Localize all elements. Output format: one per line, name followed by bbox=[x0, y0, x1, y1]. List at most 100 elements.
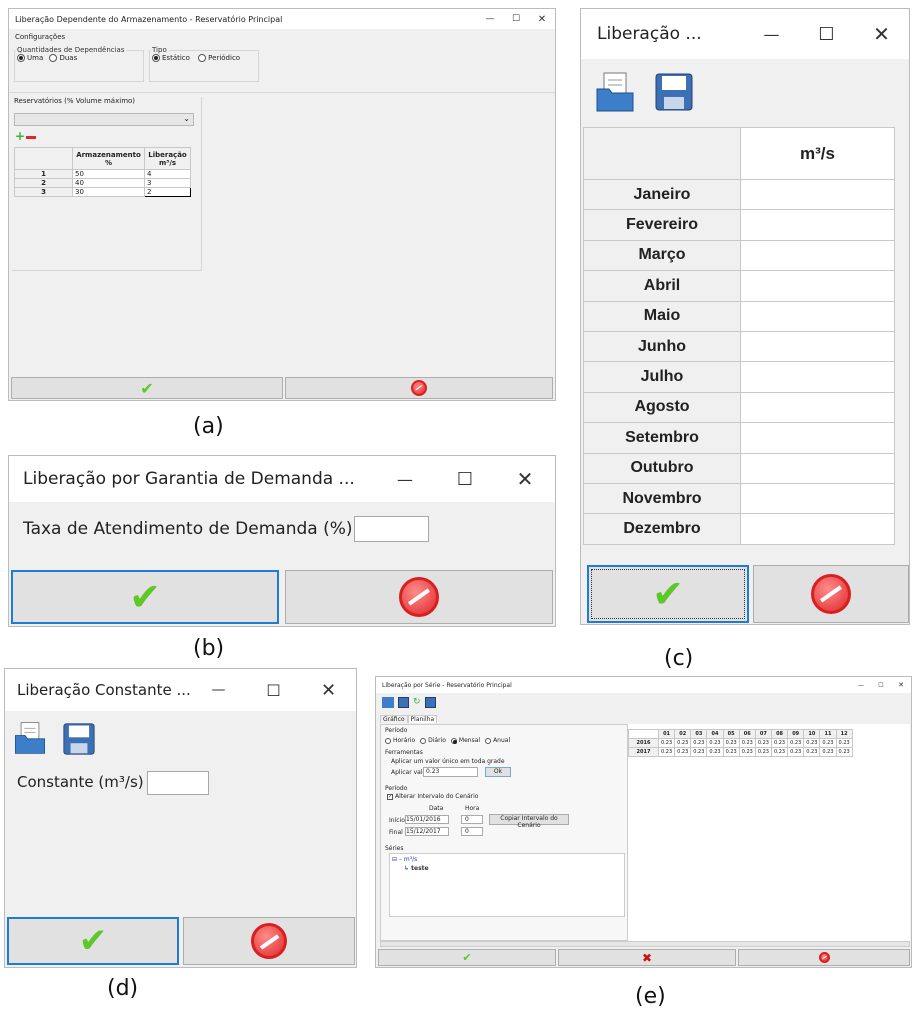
month-value-cell[interactable] bbox=[740, 270, 895, 302]
ok-button[interactable]: ✔ bbox=[378, 949, 556, 966]
grid-cell[interactable]: 0.23 bbox=[722, 747, 740, 757]
save-as-icon[interactable] bbox=[424, 697, 436, 708]
month-value-cell[interactable] bbox=[740, 209, 895, 241]
grid-cell[interactable]: 0.23 bbox=[690, 738, 708, 748]
cancel-button[interactable] bbox=[183, 917, 355, 965]
month-value-cell[interactable] bbox=[740, 330, 895, 363]
h-scrollbar[interactable] bbox=[380, 941, 910, 947]
close-button[interactable]: ✕ bbox=[854, 22, 909, 46]
cancel-button[interactable] bbox=[753, 565, 909, 623]
reservoir-dropdown[interactable]: ⌄ bbox=[14, 113, 194, 126]
maximize-button[interactable]: ☐ bbox=[799, 24, 854, 45]
aplicar-input[interactable]: 0.23 bbox=[423, 767, 478, 777]
grid-cell[interactable]: 0.23 bbox=[819, 747, 837, 757]
month-value-cell[interactable] bbox=[740, 513, 895, 545]
open-folder-icon[interactable] bbox=[382, 697, 394, 708]
grid-cell[interactable]: 0.23 bbox=[690, 747, 708, 757]
save-icon[interactable] bbox=[655, 73, 693, 111]
menu-configuracoes[interactable]: Configurações bbox=[15, 33, 65, 41]
maximize-button[interactable]: ☐ bbox=[246, 681, 301, 700]
save-icon[interactable] bbox=[63, 723, 95, 755]
ok-button[interactable]: ✔ bbox=[587, 565, 749, 623]
tree-root[interactable]: ⊟ – m³/s bbox=[390, 854, 624, 865]
month-value-cell[interactable] bbox=[740, 391, 895, 424]
ok-button[interactable]: ✔ bbox=[11, 377, 283, 399]
cancel-button[interactable] bbox=[285, 377, 553, 399]
maximize-button[interactable]: ☐ bbox=[435, 469, 495, 490]
minimize-button[interactable]: — bbox=[744, 25, 799, 44]
month-value-cell[interactable] bbox=[740, 452, 895, 484]
ok-button[interactable]: ✔ bbox=[7, 917, 179, 965]
month-value-cell[interactable] bbox=[740, 239, 895, 272]
ok-button[interactable]: ✔ bbox=[11, 570, 279, 624]
save-icon[interactable] bbox=[398, 697, 409, 708]
grid-cell[interactable]: 0.23 bbox=[819, 738, 837, 748]
grid-cell[interactable]: 0.23 bbox=[674, 747, 692, 757]
radio-horario[interactable] bbox=[385, 737, 391, 744]
grid-cell[interactable]: 0.23 bbox=[787, 747, 805, 757]
alterar-checkbox[interactable]: ✓ bbox=[387, 794, 393, 800]
grid-cell[interactable]: 0.23 bbox=[657, 738, 676, 748]
copiar-button[interactable]: Copiar Intervalo do Cenário bbox=[489, 814, 569, 829]
remove-icon[interactable] bbox=[26, 136, 36, 139]
month-value-cell[interactable] bbox=[740, 300, 895, 332]
tree-child[interactable]: ↳ teste bbox=[390, 865, 624, 872]
grid-cell[interactable]: 0.23 bbox=[835, 747, 853, 757]
final-date[interactable]: 15/12/2017 bbox=[405, 827, 449, 836]
demand-rate-input[interactable] bbox=[354, 516, 429, 542]
close-button[interactable]: ✕ bbox=[529, 14, 555, 25]
minimize-button[interactable]: — bbox=[851, 682, 871, 689]
close-button[interactable]: ✕ bbox=[495, 467, 555, 491]
ok-small-button[interactable]: Ok bbox=[485, 767, 511, 777]
grid-cell[interactable]: 0.23 bbox=[657, 747, 676, 757]
maximize-button[interactable]: ☐ bbox=[871, 682, 891, 689]
grid-cell[interactable]: 0.23 bbox=[738, 747, 756, 757]
radio-mensal[interactable] bbox=[450, 737, 457, 744]
cancel-icon bbox=[399, 577, 439, 617]
checkmark-icon: ✔ bbox=[140, 378, 154, 398]
final-hora[interactable]: 0 bbox=[461, 827, 483, 836]
month-value-cell[interactable] bbox=[740, 422, 895, 454]
grid-cell[interactable]: 0.23 bbox=[835, 738, 853, 748]
add-icon[interactable]: + bbox=[15, 130, 25, 142]
close-button[interactable]: ✕ bbox=[301, 680, 356, 701]
tab-grafico[interactable]: Gráfico bbox=[380, 715, 408, 723]
cancel-button[interactable] bbox=[738, 949, 910, 966]
open-folder-icon[interactable] bbox=[595, 71, 635, 113]
constant-input[interactable] bbox=[147, 771, 209, 795]
radio-duas[interactable] bbox=[49, 54, 58, 62]
refresh-icon[interactable]: ↻ bbox=[413, 697, 421, 708]
open-folder-icon[interactable] bbox=[13, 721, 47, 755]
inicio-hora[interactable]: 0 bbox=[461, 815, 483, 824]
grid-cell[interactable]: 0.23 bbox=[770, 738, 789, 748]
grid-cell[interactable]: 0.23 bbox=[803, 738, 821, 748]
radio-periodico[interactable] bbox=[198, 54, 207, 62]
grid-cell[interactable]: 0.23 bbox=[770, 747, 789, 757]
month-value-cell[interactable] bbox=[740, 178, 895, 211]
year-label: 2016 bbox=[628, 738, 659, 748]
radio-estatico[interactable] bbox=[152, 54, 160, 62]
radio-uma[interactable] bbox=[17, 54, 25, 62]
month-value-cell[interactable] bbox=[740, 361, 895, 393]
grid-cell[interactable]: 0.23 bbox=[803, 747, 821, 757]
grid-cell[interactable]: 0.23 bbox=[787, 738, 805, 748]
grid-cell[interactable]: 0.23 bbox=[738, 738, 756, 748]
minimize-button[interactable]: — bbox=[477, 14, 503, 24]
grid-cell[interactable]: 0.23 bbox=[706, 747, 724, 757]
grid-cell[interactable]: 0.23 bbox=[754, 747, 772, 757]
month-value-cell[interactable] bbox=[740, 482, 895, 515]
minimize-button[interactable]: — bbox=[375, 470, 435, 489]
inicio-date[interactable]: 15/01/2016 bbox=[405, 815, 449, 824]
grid-cell[interactable]: 0.23 bbox=[722, 738, 740, 748]
cancel-button[interactable] bbox=[285, 570, 553, 624]
grid-cell[interactable]: 0.23 bbox=[674, 738, 692, 748]
discard-button[interactable]: ✖ bbox=[558, 949, 736, 966]
tab-planilha[interactable]: Planilha bbox=[407, 715, 438, 723]
minimize-button[interactable]: — bbox=[191, 682, 246, 698]
close-button[interactable]: ✕ bbox=[891, 681, 911, 689]
maximize-button[interactable]: ☐ bbox=[503, 14, 529, 24]
grid-cell[interactable]: 0.23 bbox=[706, 738, 724, 748]
radio-anual[interactable] bbox=[485, 737, 492, 744]
radio-diario[interactable] bbox=[420, 737, 427, 744]
grid-cell[interactable]: 0.23 bbox=[754, 738, 772, 748]
